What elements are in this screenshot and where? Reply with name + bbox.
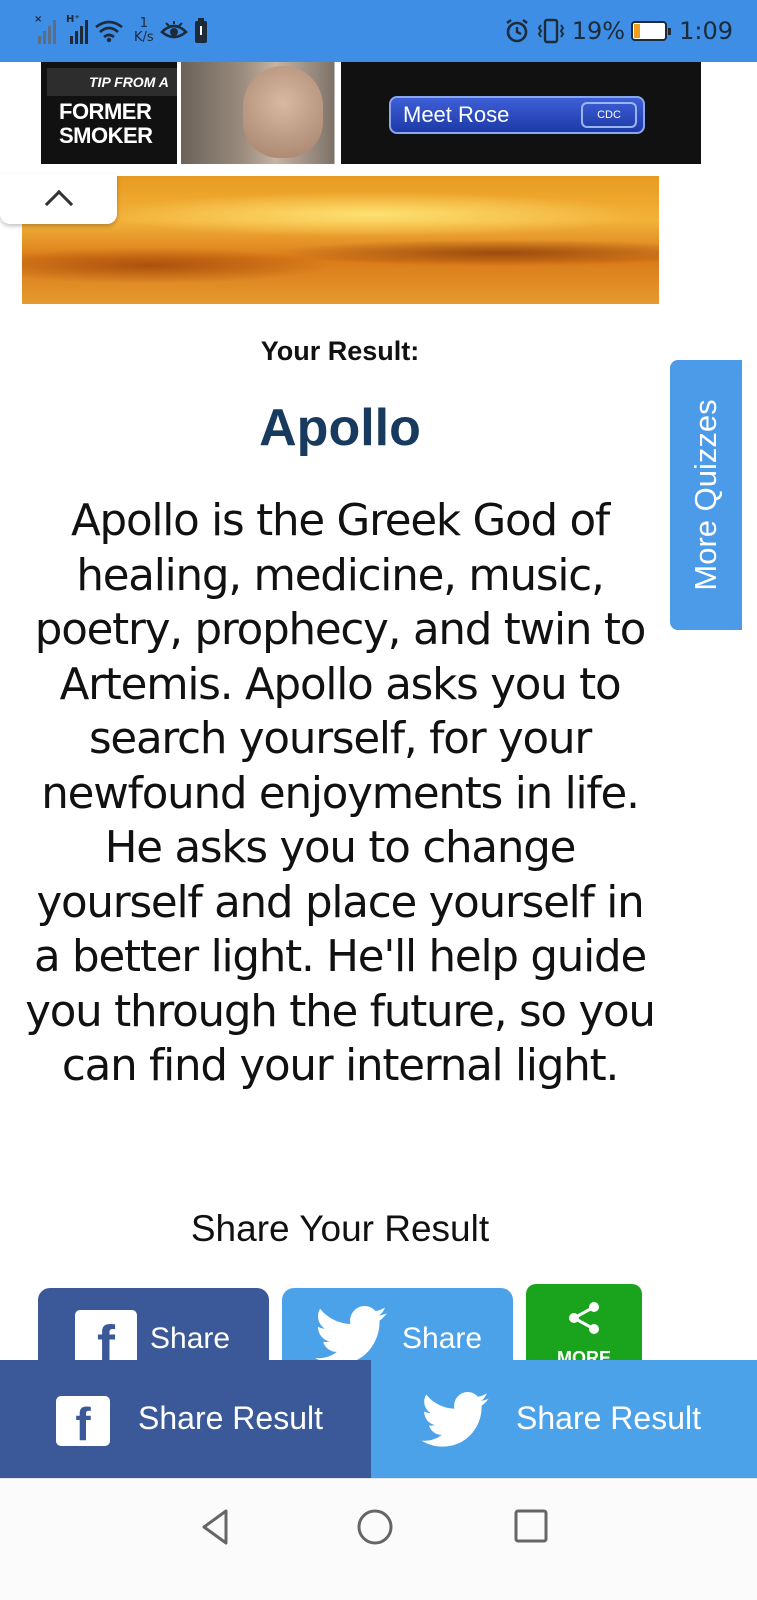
- alarm-icon: [506, 19, 528, 43]
- ad-cta-button[interactable]: Meet Rose CDC: [389, 96, 645, 134]
- network-speed-value: 1: [139, 16, 148, 31]
- more-quizzes-label: More Quizzes: [688, 399, 723, 591]
- vibrate-icon: [537, 18, 564, 44]
- ad-photo: [177, 62, 341, 164]
- status-bar-right: 19% 1:09: [504, 14, 733, 48]
- signal-2-tag: H⁺: [66, 14, 80, 25]
- twitter-icon: [315, 1306, 387, 1365]
- home-icon[interactable]: [353, 1505, 397, 1549]
- network-speed: 1 K/s: [134, 17, 154, 45]
- result-label: Your Result:: [260, 336, 420, 366]
- sticky-facebook-share-button[interactable]: f Share Result: [0, 1360, 371, 1478]
- sticky-twitter-label: Share Result: [516, 1400, 701, 1436]
- twitter-share-button[interactable]: Share: [282, 1288, 513, 1368]
- share-title: Share Your Result: [190, 1208, 490, 1249]
- battery-saver-icon: [194, 18, 207, 43]
- status-bar: × H⁺ 1 K/s 19% 1:09: [0, 0, 757, 62]
- signal-icon: H⁺: [66, 14, 88, 44]
- status-bar-left: × H⁺ 1 K/s: [34, 14, 208, 48]
- twitter-share-label: Share: [402, 1322, 483, 1355]
- facebook-share-label: Share: [150, 1322, 231, 1355]
- cdc-logo: CDC: [581, 102, 637, 128]
- ad-banner[interactable]: TIP FROM A FORMER SMOKER Meet Rose CDC: [41, 62, 701, 164]
- network-speed-unit: K/s: [134, 30, 154, 45]
- recent-apps-icon[interactable]: [510, 1505, 554, 1549]
- sticky-share-bar: f Share Result Share Result: [0, 1360, 757, 1478]
- clock: 1:09: [679, 17, 733, 45]
- hero-image: [22, 176, 659, 304]
- signal-1-tag: ×: [34, 14, 43, 25]
- eye-icon: [159, 21, 188, 39]
- navigation-bar: [0, 1478, 757, 1600]
- battery-icon: [631, 21, 672, 41]
- battery-percent: 19%: [571, 17, 626, 45]
- more-share-button[interactable]: MORE: [526, 1284, 642, 1368]
- twitter-icon: [421, 1392, 489, 1447]
- facebook-icon: f: [56, 1396, 110, 1450]
- wifi-icon: [95, 20, 123, 43]
- sticky-facebook-label: Share Result: [138, 1400, 323, 1436]
- result-description: Apollo is the Greek God of healing, medi…: [25, 496, 656, 1091]
- more-quizzes-tab[interactable]: More Quizzes: [670, 360, 742, 630]
- signal-icon: ×: [34, 14, 56, 44]
- collapse-ad-button[interactable]: [0, 174, 117, 224]
- result-name: Apollo: [259, 399, 421, 457]
- share-icon: [569, 1302, 599, 1334]
- sticky-twitter-share-button[interactable]: Share Result: [371, 1360, 757, 1478]
- chevron-up-icon: [44, 189, 73, 219]
- ad-cta-label: Meet Rose: [403, 102, 510, 127]
- facebook-share-button[interactable]: f Share: [38, 1288, 269, 1368]
- back-icon[interactable]: [196, 1505, 240, 1549]
